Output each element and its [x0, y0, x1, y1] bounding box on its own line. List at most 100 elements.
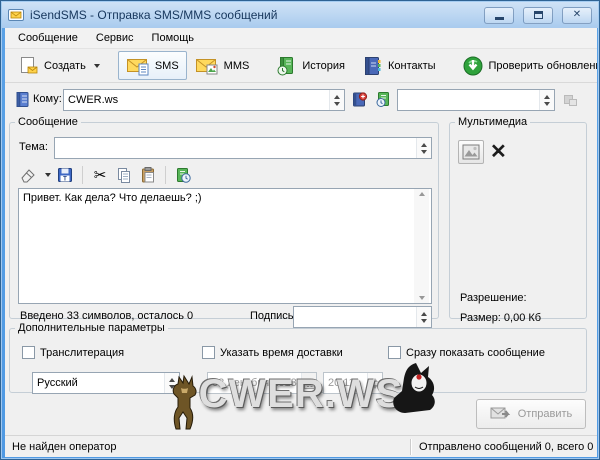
group-input[interactable] — [398, 90, 539, 110]
transliteration-option: Транслитерация — [22, 346, 124, 359]
clear-text-button[interactable] — [18, 165, 38, 185]
multimedia-group-label: Мультимедиа — [455, 116, 530, 128]
create-button[interactable]: Создать — [9, 51, 108, 80]
main-toolbar: Создать SMS — [5, 49, 597, 83]
group-combo-spinner[interactable] — [539, 90, 554, 110]
format-separator — [82, 166, 83, 184]
contacts-add-icon — [351, 91, 368, 108]
group-combo — [397, 89, 555, 111]
history-button[interactable]: История — [267, 51, 353, 80]
message-group-label: Сообщение — [15, 116, 81, 128]
sms-envelope-icon — [126, 55, 150, 77]
add-image-button[interactable] — [458, 140, 484, 164]
paste-button[interactable] — [138, 165, 158, 185]
subject-label: Тема: — [19, 141, 48, 153]
update-label: Проверить обновление — [489, 60, 597, 72]
create-label: Создать — [44, 60, 86, 72]
recent-numbers-button[interactable] — [373, 89, 394, 110]
calendar-button[interactable] — [301, 373, 316, 393]
time-spinner[interactable] — [367, 373, 382, 393]
options-group-label: Дополнительные параметры — [15, 322, 168, 334]
history-label: История — [302, 60, 345, 72]
mms-tab-button[interactable]: MMS — [187, 51, 258, 80]
media-buttons: ✕ — [458, 140, 507, 164]
scroll-down-icon[interactable] — [419, 296, 425, 300]
language-combo-spinner[interactable] — [164, 373, 179, 393]
mms-label: MMS — [224, 60, 250, 72]
copy-icon — [115, 166, 133, 184]
options-group: Дополнительные параметры Транслитерация … — [9, 322, 587, 393]
delivery-time-checkbox[interactable] — [202, 346, 215, 359]
contacts-button[interactable]: Контакты — [353, 51, 444, 80]
contacts-label: Контакты — [388, 60, 436, 72]
delivery-date-field — [207, 372, 317, 394]
message-group: Сообщение Тема: — [9, 116, 439, 319]
show-message-option: Сразу показать сообщение — [388, 346, 545, 359]
recipient-input[interactable] — [64, 90, 329, 110]
status-sent-count: Отправлено сообщений 0, всего 0 — [411, 441, 597, 453]
recipient-row: Кому: — [5, 83, 597, 116]
subject-combo — [54, 137, 432, 159]
app-window: iSendSMS - Отправка SMS/MMS сообщений ✕ … — [0, 0, 600, 460]
delivery-time-label: Указать время доставки — [220, 347, 343, 359]
delivery-time-input[interactable] — [324, 373, 367, 393]
new-message-icon — [17, 55, 39, 77]
insert-template-icon — [174, 166, 192, 184]
save-template-button[interactable]: T — [55, 165, 75, 185]
multimedia-group: Мультимедиа ✕ Разрешение: Размер: 0,00 К… — [449, 116, 587, 319]
recipient-book-icon — [14, 91, 31, 108]
menu-bar: Сообщение Сервис Помощь — [5, 28, 597, 49]
window-title: iSendSMS - Отправка SMS/MMS сообщений — [30, 8, 475, 22]
send-button[interactable]: Отправить — [476, 399, 586, 429]
scroll-up-icon[interactable] — [419, 192, 425, 196]
mms-envelope-icon — [195, 55, 219, 77]
format-separator — [165, 166, 166, 184]
add-from-contacts-button[interactable] — [349, 89, 370, 110]
recent-clock-icon — [375, 91, 392, 108]
show-message-checkbox[interactable] — [388, 346, 401, 359]
maximize-icon — [534, 11, 543, 19]
contacts-book-icon — [361, 55, 383, 77]
history-icon — [275, 55, 297, 77]
title-bar: iSendSMS - Отправка SMS/MMS сообщений ✕ — [2, 2, 598, 28]
send-label: Отправить — [518, 408, 573, 420]
delivery-time-option: Указать время доставки — [202, 346, 343, 359]
copy-button[interactable] — [114, 165, 134, 185]
scissors-icon: ✂ — [94, 166, 107, 184]
show-message-label: Сразу показать сообщение — [406, 347, 545, 359]
menu-message[interactable]: Сообщение — [9, 29, 87, 47]
message-scrollbar[interactable] — [414, 189, 429, 303]
recipient-combo-spinner[interactable] — [329, 90, 344, 110]
language-input[interactable] — [33, 373, 164, 393]
create-dropdown-icon — [94, 64, 100, 68]
subject-combo-spinner[interactable] — [416, 138, 431, 158]
menu-help[interactable]: Помощь — [143, 29, 204, 47]
format-toolbar: T ✂ — [18, 164, 193, 186]
send-icon — [490, 406, 512, 422]
app-icon — [8, 7, 24, 23]
maximize-button[interactable] — [523, 7, 553, 24]
subject-input[interactable] — [55, 138, 416, 158]
status-bar: Не найден оператор Отправлено сообщений … — [5, 435, 597, 457]
delivery-date-input[interactable] — [208, 373, 301, 393]
menu-service[interactable]: Сервис — [87, 29, 143, 47]
paste-icon — [139, 166, 157, 184]
update-globe-icon — [462, 55, 484, 77]
close-button[interactable]: ✕ — [562, 7, 592, 24]
save-floppy-icon: T — [56, 166, 74, 184]
minimize-button[interactable] — [484, 7, 514, 24]
manage-groups-button[interactable] — [560, 89, 581, 110]
cut-button[interactable]: ✂ — [90, 165, 110, 185]
transliteration-checkbox[interactable] — [22, 346, 35, 359]
clear-dropdown-icon[interactable] — [45, 173, 51, 177]
svg-text:T: T — [63, 177, 67, 183]
insert-template-button[interactable] — [173, 165, 193, 185]
remove-image-button[interactable]: ✕ — [490, 142, 507, 162]
minimize-icon — [495, 17, 504, 20]
sms-tab-button[interactable]: SMS — [118, 51, 187, 80]
calendar-icon — [304, 378, 315, 389]
char-counter: Введено 33 символов, осталось 0 — [20, 310, 193, 322]
resolution-label: Разрешение: — [460, 292, 527, 304]
check-update-button[interactable]: Проверить обновление — [454, 51, 597, 80]
message-body-input[interactable]: Привет. Как дела? Что делаешь? ;) — [18, 188, 432, 304]
